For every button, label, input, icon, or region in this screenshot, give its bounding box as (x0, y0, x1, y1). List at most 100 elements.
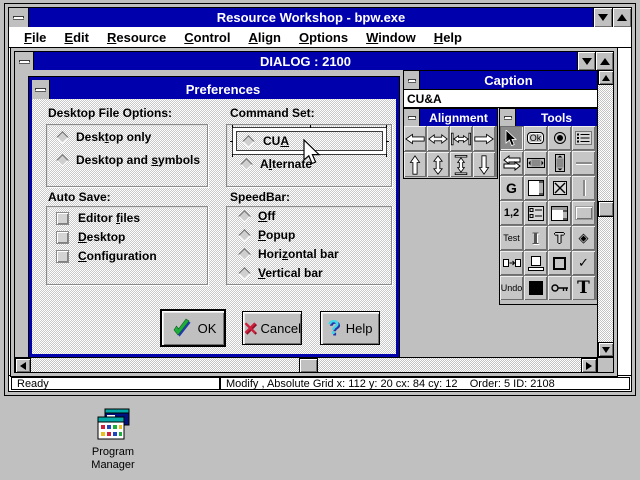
menu-help[interactable]: Help (425, 30, 471, 45)
selection-handle[interactable] (386, 141, 389, 142)
horizontal-scroll-thumb[interactable] (299, 358, 318, 373)
checkbox-editor-files[interactable]: Editor files (56, 211, 140, 225)
scroll-right-button[interactable] (581, 358, 597, 373)
tool-combobox-button[interactable] (548, 201, 571, 225)
caption-window: Caption (403, 70, 598, 108)
tools-titlebar[interactable]: Tools (500, 109, 597, 126)
tool-vertical-line-button[interactable] (572, 176, 595, 200)
menu-edit[interactable]: Edit (55, 30, 98, 45)
tool-numbers-button[interactable]: 1,2 (500, 201, 523, 225)
align-center-vertical-button[interactable] (427, 152, 449, 177)
app-control-menu-button[interactable] (9, 8, 29, 27)
checkbox-configuration[interactable]: Configuration (56, 249, 157, 263)
tool-ok-button-button[interactable]: Ok (524, 126, 547, 150)
menu-window[interactable]: Window (357, 30, 425, 45)
ok-button[interactable]: OK (160, 309, 226, 347)
tool-static-text-button[interactable]: Test (500, 226, 523, 250)
tool-checkbox-button[interactable] (548, 176, 571, 200)
radio-off[interactable]: Off (238, 209, 275, 223)
menu-align[interactable]: Align (239, 30, 290, 45)
tool-serif-text-button[interactable]: T (572, 276, 595, 300)
alignment-control-menu-button[interactable] (404, 109, 420, 126)
vertical-scroll-thumb[interactable] (598, 201, 614, 217)
tools-control-menu-button[interactable] (500, 109, 516, 126)
caption-control-menu-button[interactable] (404, 71, 420, 89)
ok-button-label: OK (197, 320, 217, 336)
tool-key-button[interactable] (548, 276, 571, 300)
selection-handle[interactable] (230, 141, 233, 142)
tool-frame-button[interactable] (572, 201, 595, 225)
dialog-vertical-scrollbar[interactable] (597, 70, 614, 357)
tool-horizontal-line-button[interactable] (572, 151, 595, 175)
box-arrow-icon (502, 259, 521, 267)
tool-edit-text-button[interactable]: I (524, 226, 547, 250)
preferences-titlebar[interactable]: Preferences (32, 80, 396, 99)
dialog-2100-titlebar[interactable]: DIALOG : 2100 (15, 52, 613, 70)
dialog-horizontal-scrollbar[interactable] (15, 357, 597, 373)
radio-alternate[interactable]: Alternate (240, 157, 312, 171)
radio-desktop-only[interactable]: Desktop only (56, 130, 151, 144)
menu-control[interactable]: Control (175, 30, 239, 45)
tool-square-line-button[interactable] (524, 251, 547, 275)
status-bar: Ready Modify , Absolute Grid x: 112 y: 2… (9, 375, 631, 391)
tool-black-square-button[interactable] (524, 276, 547, 300)
align-bottom-button[interactable] (473, 152, 495, 177)
radio-desktop-and-symbols[interactable]: Desktop and symbols (56, 153, 200, 167)
tool-pointer-button[interactable] (500, 126, 523, 150)
caption-titlebar[interactable]: Caption (404, 71, 597, 89)
alignment-titlebar[interactable]: Alignment (404, 109, 497, 126)
help-button[interactable]: ? Help (320, 311, 380, 345)
selection-handle[interactable] (232, 154, 233, 157)
tool-group-box-button[interactable]: G (500, 176, 523, 200)
selection-handle[interactable] (386, 154, 387, 157)
preferences-control-menu-button[interactable] (32, 80, 50, 99)
align-left-button[interactable] (404, 126, 426, 151)
space-horizontal-button[interactable] (450, 126, 472, 151)
tool-list-window-button[interactable] (524, 176, 547, 200)
desktop: { "window": { "title": "Resource Worksho… (0, 0, 640, 480)
tool-hscrollbar-button[interactable] (524, 151, 547, 175)
dialog-2100-maximize-button[interactable] (595, 52, 613, 70)
menu-file[interactable]: File (15, 30, 55, 45)
app-maximize-button[interactable] (612, 8, 631, 27)
radio-vertical-bar[interactable]: Vertical bar (238, 266, 323, 280)
tool-tab-order-button[interactable] (500, 151, 523, 175)
tool-listbox-button[interactable] (572, 126, 595, 150)
scroll-left-button[interactable] (15, 358, 31, 373)
radio-horizontal-bar[interactable]: Horizontal bar (238, 247, 339, 261)
tool-border-square-button[interactable] (548, 251, 571, 275)
tool-box-arrow-button[interactable] (500, 251, 523, 275)
scroll-up-button[interactable] (598, 70, 614, 85)
tool-checklist-button[interactable] (524, 201, 547, 225)
app-minimize-button[interactable] (593, 8, 612, 27)
tool-text-button[interactable]: T (548, 226, 571, 250)
selection-handle[interactable] (386, 125, 387, 128)
caption-input[interactable] (404, 89, 597, 107)
app-titlebar[interactable]: Resource Workshop - bpw.exe (9, 8, 631, 27)
hscrollbar-tool-icon (526, 158, 545, 168)
tool-undo-button[interactable]: Undo (500, 276, 523, 300)
space-vertical-button[interactable] (450, 152, 472, 177)
align-right-button[interactable] (473, 126, 495, 151)
menu-resource[interactable]: Resource (98, 30, 175, 45)
alignment-palette: Alignment (403, 108, 498, 179)
x-icon (244, 322, 258, 335)
tool-diamond-button[interactable]: ◈ (572, 226, 595, 250)
tool-vscrollbar-button[interactable] (548, 151, 571, 175)
dialog-2100-control-menu-button[interactable] (15, 52, 34, 70)
selection-handle[interactable] (309, 125, 311, 128)
align-top-button[interactable] (404, 152, 426, 177)
checkbox-desktop[interactable]: Desktop (56, 230, 125, 244)
cancel-button[interactable]: Cancel (242, 311, 302, 345)
tool-radio-button-button[interactable] (548, 126, 571, 150)
radio-popup[interactable]: Popup (238, 228, 295, 242)
program-manager-icon-group[interactable]: Program Manager (72, 408, 154, 472)
tool-checkmark-button[interactable]: ✓ (572, 251, 595, 275)
scroll-down-button[interactable] (598, 342, 614, 357)
menu-options[interactable]: Options (290, 30, 357, 45)
selection-handle[interactable] (232, 125, 233, 128)
outline-t-icon: T (554, 229, 565, 247)
align-center-horizontal-button[interactable] (427, 126, 449, 151)
program-manager-icon[interactable] (94, 408, 132, 442)
dialog-2100-minimize-button[interactable] (577, 52, 595, 70)
